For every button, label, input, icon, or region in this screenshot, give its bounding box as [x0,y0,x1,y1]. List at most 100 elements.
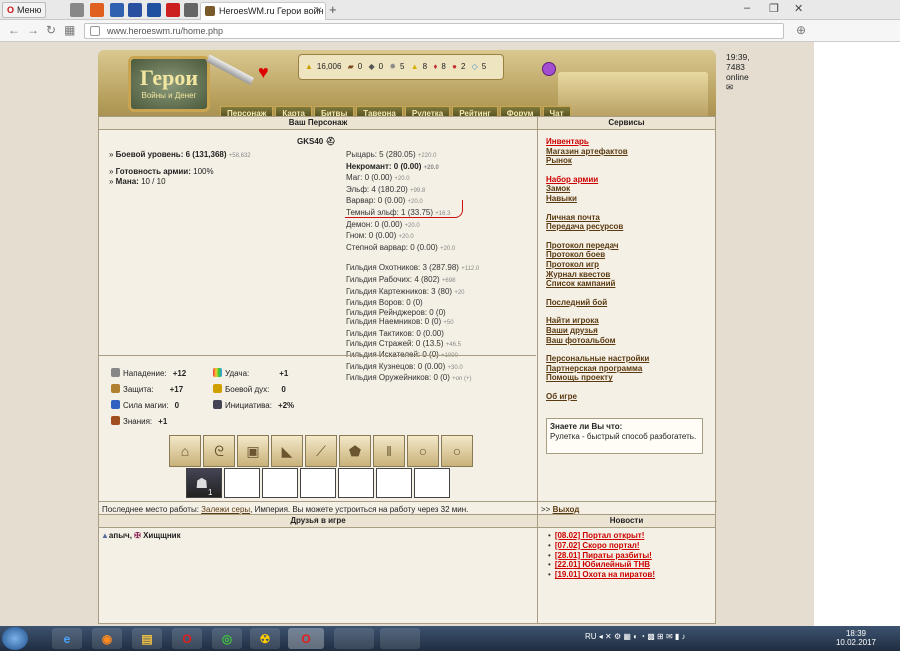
army-empty-slot[interactable] [376,468,412,498]
wood-value: 0 [357,62,363,71]
start-button[interactable] [2,627,28,650]
hero-level-stats: » Боевой уровень: 6 (131,368) +58,632 » … [109,150,251,186]
forward-icon[interactable]: → [27,23,39,37]
maximize-button[interactable]: ❐ [769,2,779,15]
link-find-player[interactable]: Найти игрока [546,316,649,326]
army-empty-slot[interactable] [414,468,450,498]
window-thumbnail[interactable] [334,628,374,649]
ring-icon[interactable]: ○ [441,435,473,467]
tip-title: Знаете ли Вы что: [550,422,623,431]
link-partner[interactable]: Партнерская программа [546,364,649,374]
faction-row: Демон: 0 (0.00) +20.0 [346,219,420,229]
work-place-link[interactable]: Залежи серы [201,505,250,514]
army-empty-slot[interactable] [224,468,260,498]
link-skills[interactable]: Навыки [546,194,649,204]
hood-icon[interactable]: ⌂ [169,435,201,467]
shield-icon[interactable]: ⬟ [339,435,371,467]
ring-icon[interactable]: ○ [407,435,439,467]
unit-count: 1 [208,488,213,497]
new-tab-icon[interactable]: + [329,2,337,17]
character-panel: Ваш Персонаж GKS40 ⛑ » Боевой уровень: 6… [98,116,539,515]
link-castle[interactable]: Замок [546,184,649,194]
opera-active-icon[interactable]: O [288,628,324,649]
chrome-icon[interactable]: ◎ [212,628,242,649]
link-about[interactable]: Об игре [546,392,649,402]
speed-dial-icon[interactable] [70,3,84,17]
morale-icon [213,384,222,393]
guild-row: Гильдия Картежников: 3 (80) +20 [346,286,465,296]
opera-menu-button[interactable]: O Меню [2,2,46,18]
tab-title: HeroesWM.ru Герои войн [219,6,324,16]
exit-link[interactable]: Выход [553,505,580,514]
health-heart-icon: ♥ [258,62,269,82]
mana-potion-icon [542,62,556,76]
active-tab[interactable]: HeroesWM.ru Герои войн × [200,2,326,20]
cloak-icon[interactable]: ◣ [271,435,303,467]
pinned-tab-icon[interactable] [166,3,180,17]
link-settings[interactable]: Персональные настройки [546,354,649,364]
ore-value: 0 [378,62,384,71]
armor-icon[interactable]: ▣ [237,435,269,467]
army-empty-slot[interactable] [262,468,298,498]
url-field[interactable]: www.heroeswm.ru/home.php [84,23,784,39]
boots-icon[interactable]: ‖ [373,435,405,467]
heroes-logo[interactable]: Герои Войны и Денег [128,56,210,112]
hero-name[interactable]: GKS40 ⛑ [297,137,336,146]
close-window-button[interactable]: ✕ [794,2,803,15]
home-grid-icon[interactable]: ▦ [64,23,75,37]
tray-icons[interactable]: ◂ ✕ ⚙ ▦ ◐ ◔ ▩ ⊞ ✉ ▮ ♪ [599,632,686,641]
minimize-button[interactable]: – [744,2,750,14]
link-quest-journal[interactable]: Журнал квестов [546,270,649,280]
link-mail[interactable]: Личная почта [546,213,649,223]
army-empty-slot[interactable] [300,468,336,498]
faction-row: Маг: 0 (0.00) +20.0 [346,173,410,183]
pinned-tab-icon[interactable] [184,3,198,17]
system-clock[interactable]: 18:39 10.02.2017 [836,629,876,647]
army-unit-slot[interactable]: ☗ 1 [186,468,222,498]
ie-icon[interactable]: e [52,628,82,649]
initiative-stat: Инициатива: +2% [213,400,294,410]
clock-text: 19:39, 7483 online [726,52,750,82]
site-info-icon[interactable] [90,26,100,36]
firefox-icon[interactable]: ◉ [92,628,122,649]
army-empty-slot[interactable] [338,468,374,498]
gems-icon: ● [452,62,457,71]
amulet-icon[interactable]: ᘓ [203,435,235,467]
pinned-tab-icon[interactable] [147,3,161,17]
link-market[interactable]: Рынок [546,156,649,166]
pinned-tab-icon[interactable] [110,3,124,17]
red-underline-annotation [345,200,463,218]
guild-row: Гильдия Стражей: 0 (13.5) +46.5 [346,338,461,348]
spellpower-icon [111,400,120,409]
close-tab-icon[interactable]: × [316,3,322,19]
guild-row: Гильдия Наемников: 0 (0) +50 [346,317,454,327]
reload-icon[interactable]: ↻ [46,23,56,37]
link-inventory[interactable]: Инвентарь [546,137,649,147]
link-battle-log[interactable]: Протокол боев [546,250,649,260]
link-artifact-shop[interactable]: Магазин артефактов [546,147,649,157]
link-photo-album[interactable]: Ваш фотоальбом [546,336,649,346]
language-indicator[interactable]: RU [585,632,597,641]
link-help-project[interactable]: Помощь проекту [546,373,649,383]
sword-icon[interactable]: ⟋ [305,435,337,467]
link-last-battle[interactable]: Последний бой [546,298,649,308]
link-recruit-army[interactable]: Набор армии [546,175,649,185]
guild-row: Гильдия Кузнецов: 0 (0.00) +30.0 [346,361,463,371]
pinned-tab-icon[interactable] [90,3,104,17]
friend-link[interactable]: апыч [109,531,130,540]
explorer-folder-icon[interactable]: ▤ [132,628,162,649]
spellpower-stat: Сила магии: 0 [111,400,179,410]
download-icon[interactable]: ⊕ [796,23,806,37]
link-campaigns[interactable]: Список кампаний [546,279,649,289]
link-transfer-log[interactable]: Протокол передач [546,241,649,251]
link-transfer[interactable]: Передача ресурсов [546,222,649,232]
back-icon[interactable]: ← [8,23,20,37]
window-thumbnail[interactable] [380,628,420,649]
friend-link[interactable]: Хищщник [143,531,181,540]
link-game-log[interactable]: Протокол игр [546,260,649,270]
pinned-tab-icon[interactable] [128,3,142,17]
radiation-app-icon[interactable]: ☢ [250,628,280,649]
link-friends[interactable]: Ваши друзья [546,326,649,336]
envelope-icon[interactable]: ✉ [726,82,733,92]
opera-icon[interactable]: O [172,628,202,649]
